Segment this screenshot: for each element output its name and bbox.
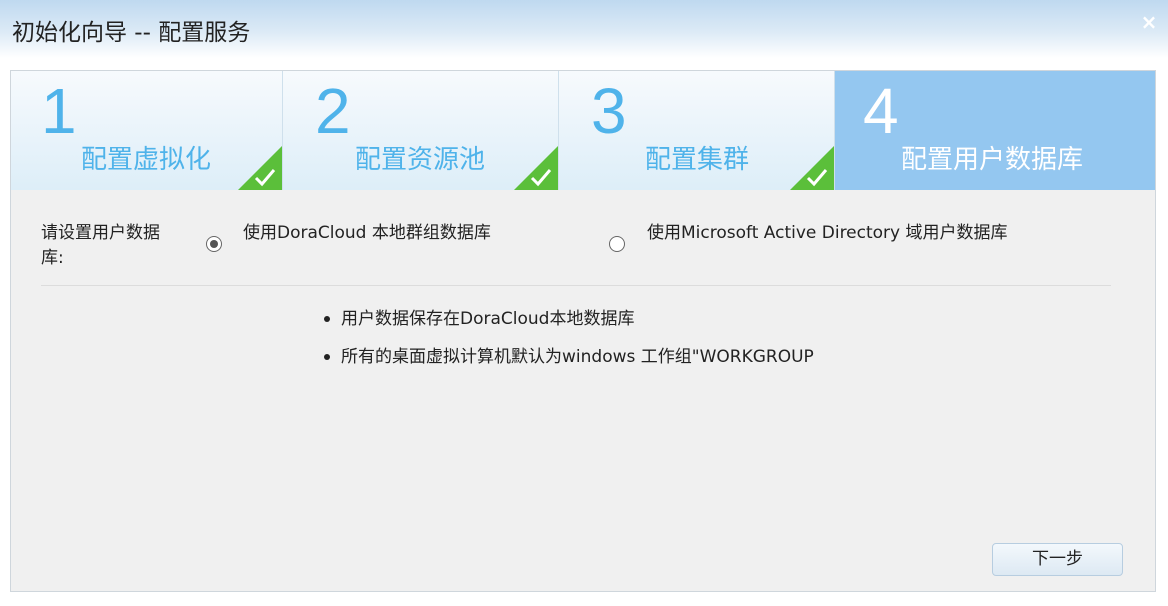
bullet-icon xyxy=(324,316,330,322)
radio-selected-dot xyxy=(210,240,218,248)
list-item: 所有的桌面虚拟计算机默认为windows 工作组"WORKGROUP xyxy=(321,347,814,367)
step-number: 2 xyxy=(315,75,351,147)
step-label: 配置资源池 xyxy=(355,145,486,175)
local-database-label[interactable]: 使用DoraCloud 本地群组数据库 xyxy=(243,221,503,246)
wizard-steps: 1 配置虚拟化 2 配置资源池 3 配置集群 4 配置用户数据库 xyxy=(11,71,1155,190)
next-button[interactable]: 下一步 xyxy=(992,543,1123,576)
active-directory-radio[interactable] xyxy=(609,236,625,252)
step-2-configure-resource-pool[interactable]: 2 配置资源池 xyxy=(283,71,559,190)
info-notes: 用户数据保存在DoraCloud本地数据库 所有的桌面虚拟计算机默认为windo… xyxy=(321,309,814,385)
step-4-configure-user-database[interactable]: 4 配置用户数据库 xyxy=(835,71,1155,190)
user-database-form: 请设置用户数据库: 使用DoraCloud 本地群组数据库 使用Microsof… xyxy=(11,221,1155,271)
step-1-configure-virtualization[interactable]: 1 配置虚拟化 xyxy=(11,71,283,190)
window-title: 初始化向导 -- 配置服务 xyxy=(12,20,251,46)
divider xyxy=(41,285,1111,286)
local-database-radio[interactable] xyxy=(206,236,222,252)
user-database-prompt: 请设置用户数据库: xyxy=(41,223,160,268)
step-number: 3 xyxy=(591,75,627,147)
step-label: 配置集群 xyxy=(645,145,750,175)
step-label: 配置虚拟化 xyxy=(81,145,212,175)
step-label: 配置用户数据库 xyxy=(901,145,1084,175)
step-number: 1 xyxy=(41,75,77,147)
step-number: 4 xyxy=(863,75,899,147)
note-text: 所有的桌面虚拟计算机默认为windows 工作组"WORKGROUP xyxy=(341,347,814,367)
checkmark-icon xyxy=(790,146,834,190)
note-text: 用户数据保存在DoraCloud本地数据库 xyxy=(341,309,635,329)
list-item: 用户数据保存在DoraCloud本地数据库 xyxy=(321,309,814,329)
wizard-panel: 1 配置虚拟化 2 配置资源池 3 配置集群 4 配置用户数据库 请设置用户数据… xyxy=(10,70,1156,592)
step-3-configure-cluster[interactable]: 3 配置集群 xyxy=(559,71,835,190)
bullet-icon xyxy=(324,354,330,360)
active-directory-label[interactable]: 使用Microsoft Active Directory 域用户数据库 xyxy=(647,221,1017,246)
title-bar: 初始化向导 -- 配置服务 × xyxy=(0,0,1168,58)
checkmark-icon xyxy=(238,146,282,190)
checkmark-icon xyxy=(514,146,558,190)
close-icon[interactable]: × xyxy=(1136,10,1162,36)
